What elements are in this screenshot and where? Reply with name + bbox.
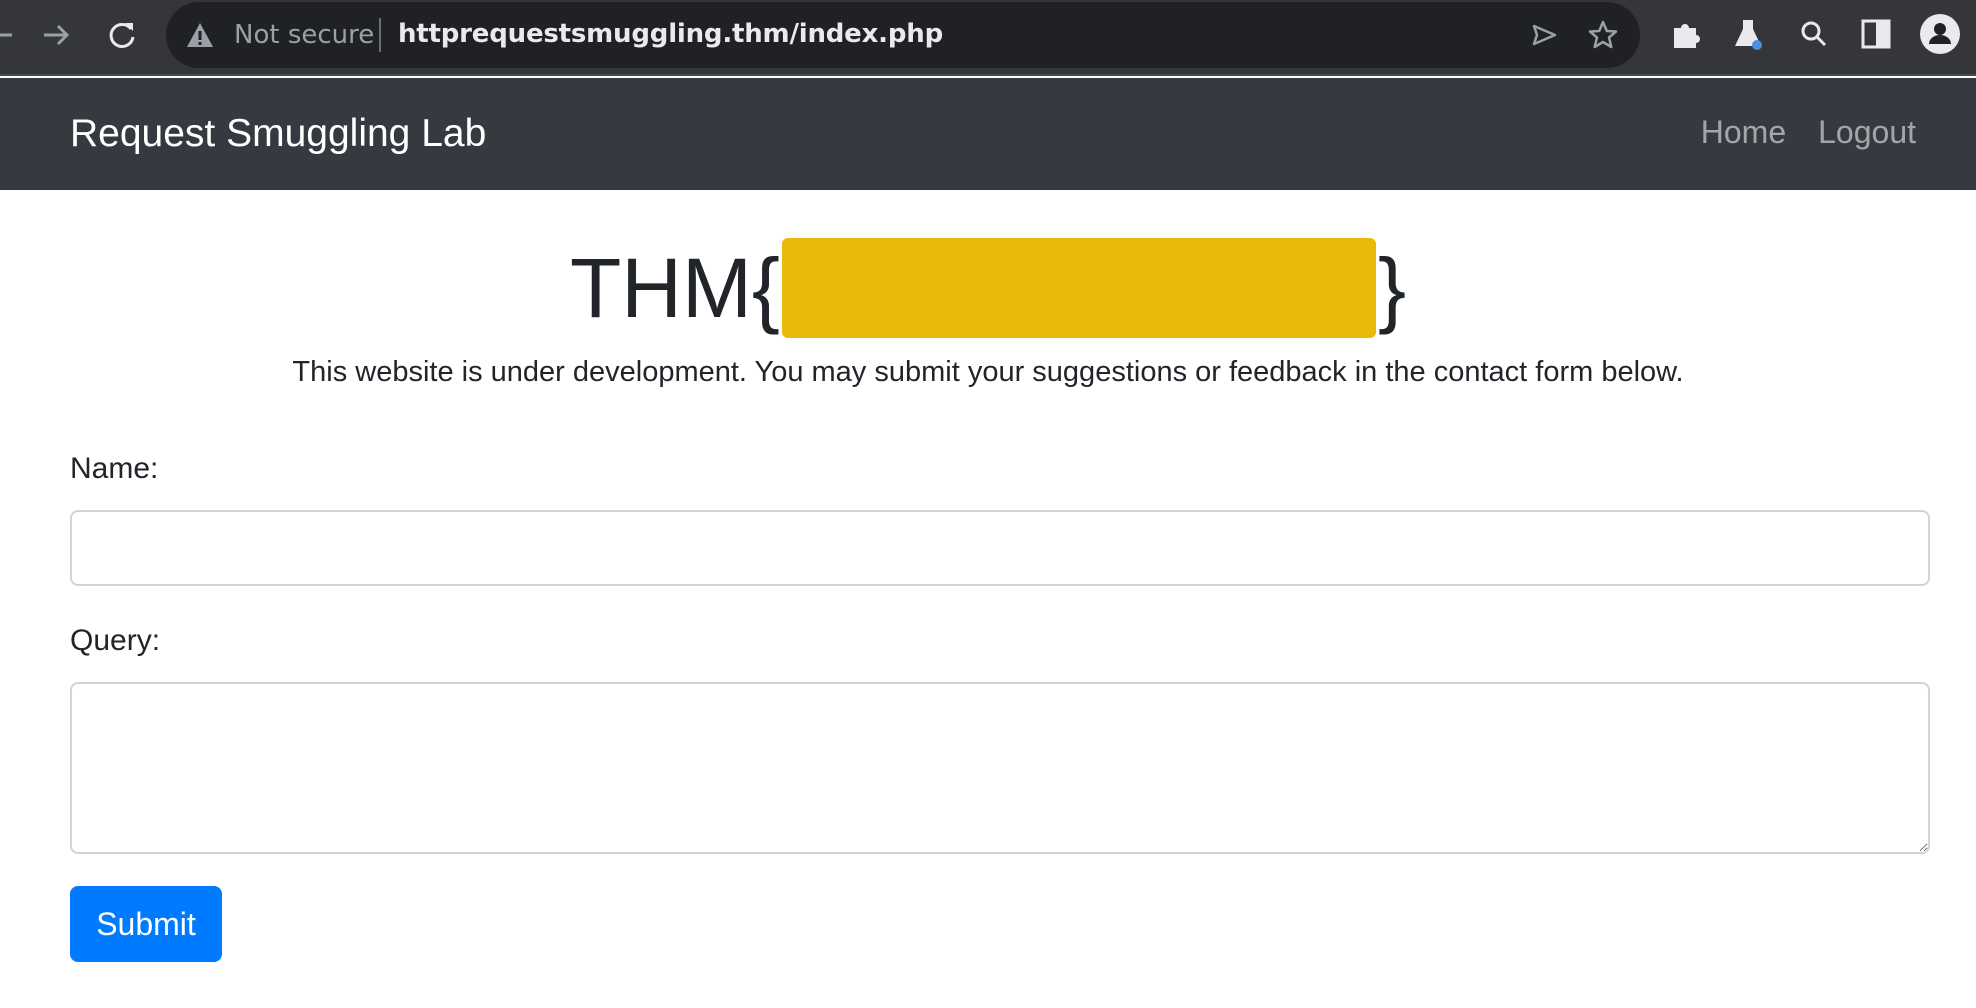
navbar-brand[interactable]: Request Smuggling Lab bbox=[70, 112, 486, 156]
extensions-icon[interactable] bbox=[1668, 16, 1704, 52]
browser-toolbar: Not secure httprequestsmuggling.thm/inde… bbox=[0, 0, 1976, 76]
forward-arrow-icon[interactable] bbox=[38, 17, 74, 53]
nav-link-home[interactable]: Home bbox=[1701, 114, 1786, 151]
lead-text: This website is under development. You m… bbox=[292, 356, 1684, 388]
back-arrow-icon[interactable] bbox=[0, 17, 18, 53]
query-label: Query: bbox=[70, 624, 161, 657]
security-status[interactable]: Not secure bbox=[234, 20, 374, 50]
search-icon[interactable] bbox=[1796, 16, 1832, 52]
nav-link-logout[interactable]: Logout bbox=[1818, 114, 1916, 151]
labs-flask-icon[interactable] bbox=[1730, 16, 1766, 52]
flag-prefix: THM{ bbox=[569, 241, 780, 335]
side-panel-icon[interactable] bbox=[1858, 16, 1894, 52]
submit-button[interactable]: Submit bbox=[70, 886, 222, 962]
flag-suffix: } bbox=[1377, 241, 1407, 335]
star-icon[interactable] bbox=[1587, 19, 1619, 51]
omnibox-divider bbox=[379, 18, 381, 52]
nav-links: Home Logout bbox=[1701, 114, 1916, 151]
warning-icon[interactable] bbox=[186, 22, 214, 48]
reload-icon[interactable] bbox=[104, 17, 140, 53]
profile-icon[interactable] bbox=[1920, 14, 1960, 54]
url-text[interactable]: httprequestsmuggling.thm/index.php bbox=[398, 19, 943, 49]
query-textarea[interactable] bbox=[70, 682, 1930, 854]
flag-redaction-box bbox=[781, 238, 1376, 338]
send-icon[interactable] bbox=[1528, 19, 1560, 51]
name-input[interactable] bbox=[70, 510, 1930, 586]
address-bar[interactable]: Not secure httprequestsmuggling.thm/inde… bbox=[166, 2, 1640, 68]
flag-heading: THM{ } bbox=[0, 238, 1976, 348]
site-navbar: Request Smuggling Lab Home Logout bbox=[0, 78, 1976, 190]
name-label: Name: bbox=[70, 452, 159, 485]
